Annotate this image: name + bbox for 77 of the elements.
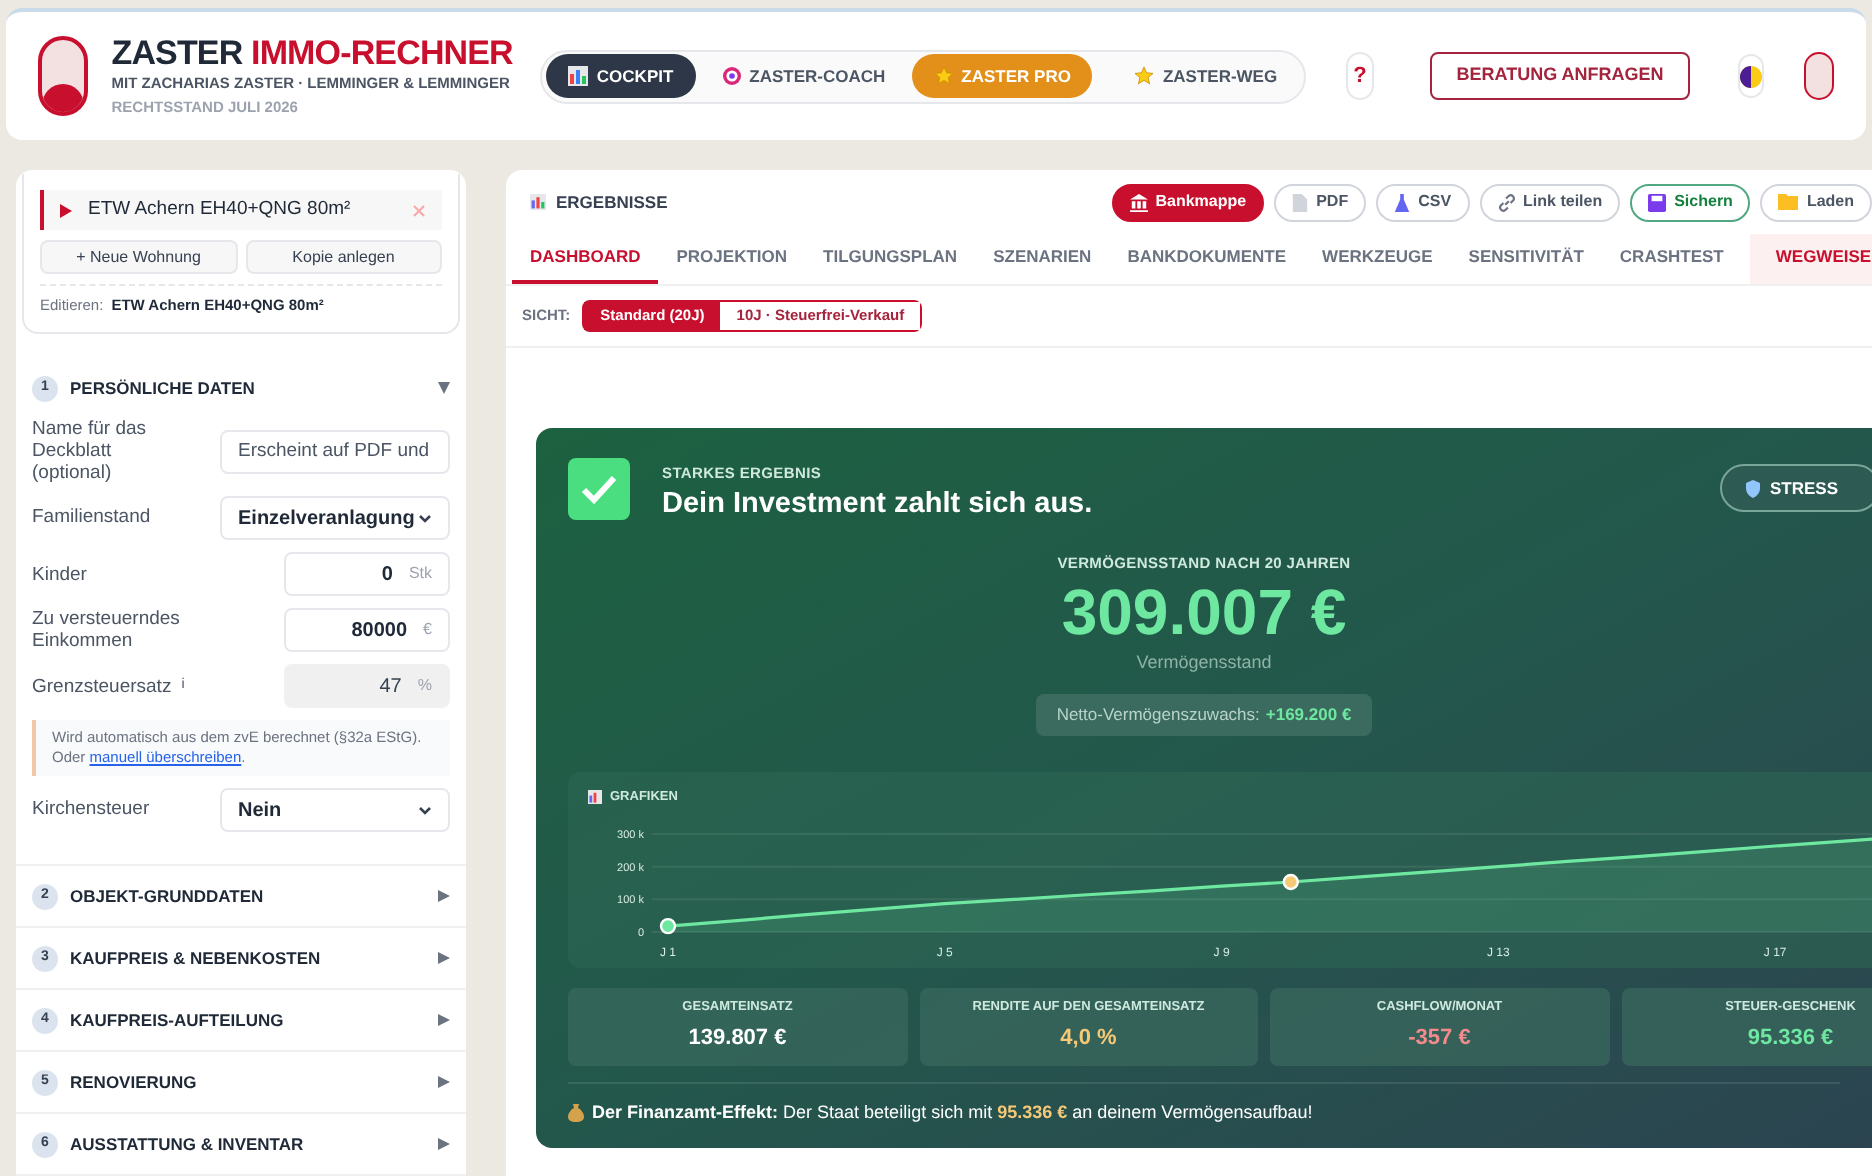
net-gain-chip: Netto-Vermögenszuwachs: +169.200 €: [1036, 693, 1372, 736]
toolbar-button[interactable]: Bankmappe: [1111, 183, 1265, 221]
toolbar-button[interactable]: Link teilen: [1479, 183, 1621, 221]
avatar-logo: [38, 36, 88, 116]
chevron-down-icon: [418, 513, 432, 524]
star-icon: [1134, 66, 1155, 86]
field-label: Familienstand: [32, 504, 151, 533]
nav-tab[interactable]: ZASTER-WEG: [1112, 54, 1300, 98]
toolbar-button[interactable]: Sichern: [1630, 183, 1751, 221]
field-label: Grenzsteuersatz: [32, 675, 172, 698]
select-field[interactable]: Nein: [220, 788, 450, 833]
copy-button[interactable]: Kopie anlegen: [245, 240, 442, 274]
select-field[interactable]: Einzelveranlagung: [220, 496, 450, 541]
number-field[interactable]: 0 Stk: [284, 552, 450, 597]
chevron-down-icon: [418, 805, 432, 816]
tax-effect-text: Der Finanzamt-Effekt: Der Staat beteiligt sich mit 95.336 € an deinem Vermögensaufbau!: [592, 1099, 1313, 1126]
folder-icon: [1778, 194, 1799, 210]
kpi-value: 4,0 %: [1060, 1024, 1117, 1055]
field-label: Name für das Deckblatt (optional): [32, 418, 149, 485]
result-tab[interactable]: SZENARIEN: [975, 234, 1110, 284]
kpi-value: 139.807 €: [688, 1024, 787, 1055]
field-label: Kirchensteuer: [32, 796, 150, 825]
star-icon: [933, 66, 954, 86]
link-icon: [1497, 193, 1516, 211]
input-field[interactable]: Erscheint auf PDF und: [220, 429, 450, 474]
bar-chart-icon: [530, 194, 546, 210]
result-tab[interactable]: WERKZEUGE: [1304, 234, 1451, 284]
result-tab[interactable]: BANKDOKUMENTE: [1109, 234, 1305, 284]
user-avatar[interactable]: [1804, 52, 1834, 100]
help-button[interactable]: ?: [1345, 52, 1375, 100]
result-headline: Dein Investment zahlt sich aus.: [662, 486, 1093, 525]
wealth-caption: Vermögensstand: [1136, 650, 1272, 677]
bar-chart-icon: [568, 66, 589, 86]
wealth-value: 309.007 €: [1061, 574, 1347, 651]
caret-right-icon: [438, 952, 450, 965]
new-property-button[interactable]: + Neue Wohnung: [40, 240, 237, 274]
document-icon: [1292, 193, 1309, 211]
result-tab[interactable]: CRASHTEST: [1601, 234, 1742, 284]
caret-right-icon: [438, 1076, 450, 1089]
caret-down-icon: [438, 382, 450, 395]
result-tab[interactable]: SENSITIVITÄT: [1450, 234, 1602, 284]
number-field[interactable]: 80000 €: [284, 608, 450, 653]
data-point: [659, 916, 677, 934]
flask-icon: [1394, 193, 1411, 211]
panel-title: ERGEBNISSE: [556, 189, 670, 215]
result-tab[interactable]: TILGUNGSPLAN: [805, 234, 976, 284]
data-point: [1282, 872, 1299, 890]
field-label: Zu versteuerndes Einkommen: [32, 608, 182, 653]
result-tab[interactable]: PROJEKTION: [658, 234, 806, 284]
kpi-value: 95.336 €: [1747, 1024, 1834, 1055]
shield-icon: [1745, 479, 1760, 497]
bank-icon: [1129, 193, 1148, 211]
field-label: Kinder: [32, 563, 89, 586]
checkmark-icon: [568, 458, 630, 520]
bar-chart-icon: [588, 790, 602, 805]
nav-tab[interactable]: COCKPIT: [546, 54, 696, 98]
app-title-accent: IMMO-RECHNER: [251, 34, 513, 73]
theme-toggle[interactable]: [1737, 54, 1765, 98]
half-moon-icon: [1740, 65, 1763, 87]
toolbar-button[interactable]: Laden: [1760, 183, 1872, 221]
kpi-value: -357 €: [1408, 1024, 1471, 1055]
caret-right-icon: [438, 1138, 450, 1151]
money-bag-icon: [568, 1104, 584, 1122]
result-tab[interactable]: DASHBOARD: [512, 234, 659, 284]
caret-right-icon: [438, 890, 450, 903]
consult-button[interactable]: BERATUNG ANFRAGEN: [1430, 52, 1690, 100]
property-item[interactable]: ETW Achern EH40+QNG 80m²: [40, 190, 442, 230]
readonly-field: 47 %: [284, 664, 450, 709]
toolbar-button[interactable]: CSV: [1376, 183, 1470, 221]
play-icon: [60, 203, 72, 217]
target-icon: [721, 66, 742, 86]
app-title: ZASTER: [111, 34, 243, 73]
nav-tab[interactable]: ZASTER-COACH: [699, 54, 908, 98]
stress-button[interactable]: STRESS: [1719, 464, 1872, 512]
result-tab[interactable]: WEGWEISE: [1749, 234, 1872, 284]
toolbar-button[interactable]: PDF: [1274, 183, 1367, 221]
caret-right-icon: [438, 1014, 450, 1027]
